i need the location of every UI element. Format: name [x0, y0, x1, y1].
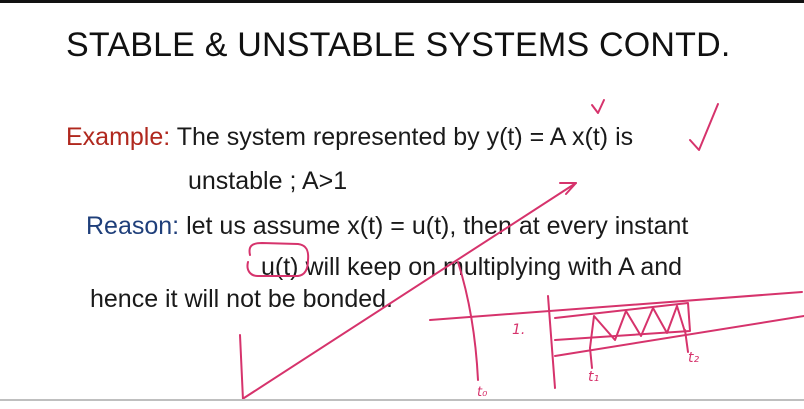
upper-line [429, 291, 803, 321]
reason-text-2: u(t) will keep on multiplying with A and [261, 253, 683, 281]
example-text: The system represented by y(t) = A x(t) … [176, 123, 634, 151]
example-label: Example: [66, 123, 171, 151]
top-rule [0, 0, 804, 3]
arrow-head [559, 182, 577, 195]
bottom-rule [0, 399, 804, 401]
reason-label: Reason: [86, 212, 180, 240]
t2-label: t₂ [688, 350, 699, 366]
one-label: 1. [512, 322, 525, 338]
reason-text-3: hence it will not be bonded. [90, 285, 393, 313]
check-mark-icon [689, 103, 719, 151]
reason-line: Reason: let us assume x(t) = u(t), then … [86, 212, 688, 241]
lower-line [554, 315, 804, 357]
check-mark-icon [591, 99, 605, 114]
reason-text: let us assume x(t) = u(t), then at every… [186, 212, 689, 240]
axis-line [547, 295, 556, 389]
t1-label: t₁ [588, 369, 599, 385]
sawtooth-wave [589, 305, 686, 349]
example-text-2: unstable ; A>1 [188, 167, 348, 195]
t2-tick [684, 329, 689, 353]
t1-tick [589, 347, 593, 369]
example-line: Example: The system represented by y(t) … [66, 123, 633, 152]
slide-title: STABLE & UNSTABLE SYSTEMS CONTD. [66, 26, 731, 64]
pulse-box [554, 302, 691, 341]
t0-label: t₀ [477, 385, 488, 400]
vertical-line [239, 334, 244, 401]
